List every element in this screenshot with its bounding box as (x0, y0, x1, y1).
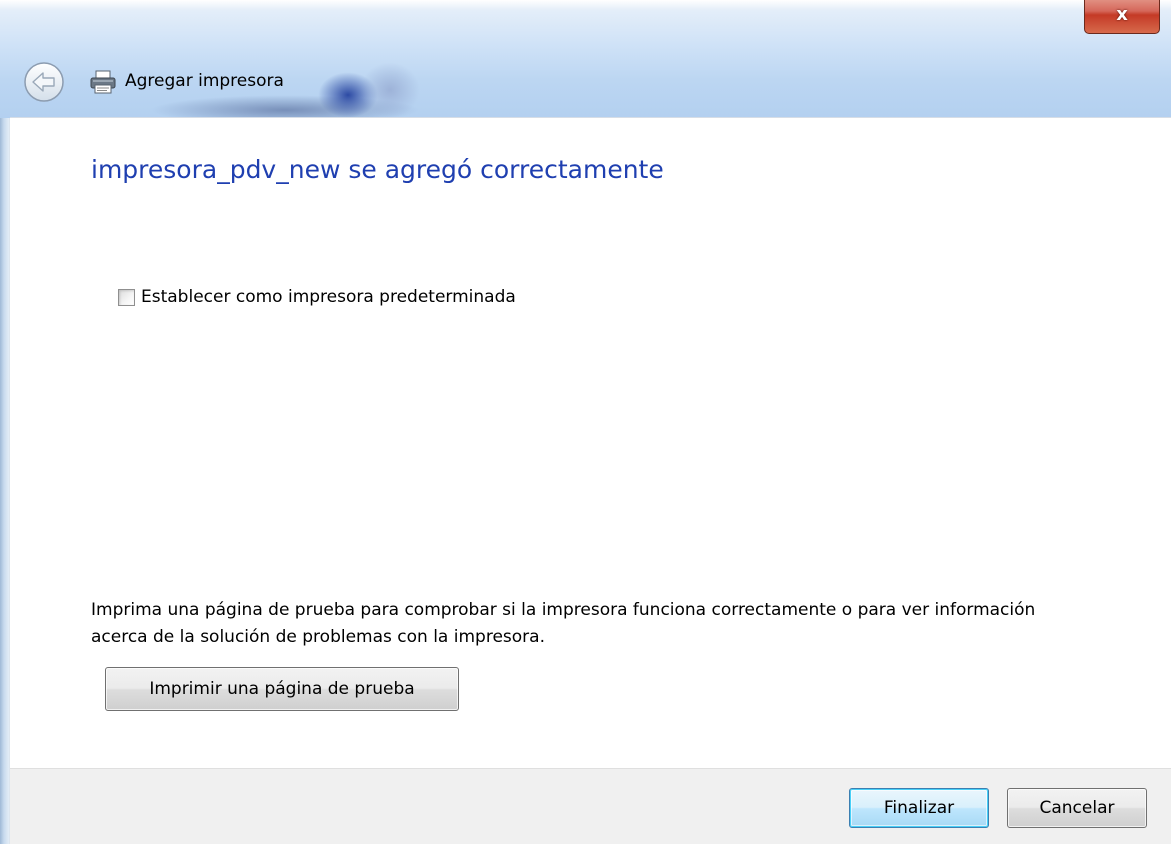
default-printer-checkbox[interactable] (118, 288, 135, 306)
back-arrow-icon (24, 62, 64, 102)
page-heading: impresora_pdv_new se agregó correctament… (91, 155, 664, 184)
dialog-footer (10, 768, 1171, 844)
test-page-description: Imprima una página de prueba para compro… (91, 600, 1036, 647)
close-icon: x (1116, 4, 1128, 25)
back-button[interactable] (22, 60, 66, 104)
default-printer-option[interactable]: Establecer como impresora predeterminada (118, 285, 516, 309)
print-test-page-button[interactable]: Imprimir una página de prueba (105, 667, 459, 711)
add-printer-window: x Agregar impresora impresora_pdv_new se… (0, 0, 1171, 844)
window-frame-left (0, 118, 10, 844)
title-bar: x Agregar impresora (0, 0, 1171, 118)
content-border (10, 117, 1171, 118)
printer-icon (89, 70, 117, 94)
window-title: Agregar impresora (125, 71, 284, 91)
close-button[interactable]: x (1084, 0, 1160, 34)
cancel-button[interactable]: Cancelar (1007, 788, 1147, 828)
default-printer-checkbox-label[interactable]: Establecer como impresora predeterminada (141, 287, 516, 307)
finish-button[interactable]: Finalizar (849, 788, 989, 828)
titlebar-glare (360, 62, 420, 118)
